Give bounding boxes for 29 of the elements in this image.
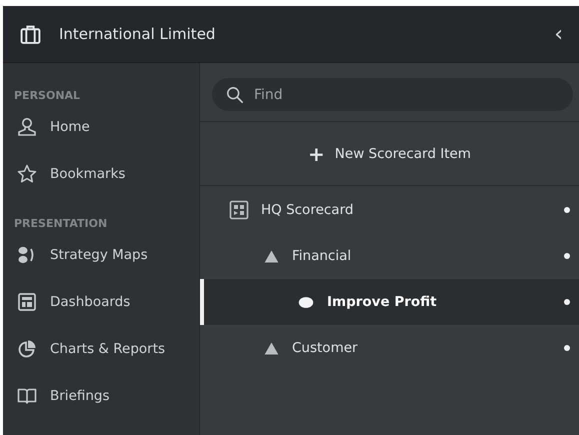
sidebar-item[interactable]: Briefings	[3, 372, 199, 419]
dot-icon	[564, 345, 570, 351]
section-heading: PRESENTATION	[13, 217, 108, 231]
dot-icon	[564, 207, 570, 213]
sidebar-item[interactable]: Strategy Maps	[3, 231, 199, 278]
dot-icon	[564, 299, 570, 305]
scorecard-icon	[229, 200, 249, 220]
search-icon	[226, 86, 244, 104]
sidebar-item[interactable]: Home	[3, 103, 199, 150]
dashboard-icon	[17, 292, 37, 312]
tree-item[interactable]: Financial	[200, 233, 579, 279]
new-scorecard-item-button[interactable]: + New Scorecard Item	[304, 140, 475, 168]
book-icon	[17, 386, 37, 406]
oval-icon	[297, 296, 315, 308]
sidebar-item[interactable]: Bookmarks	[3, 150, 199, 197]
tree-item[interactable]: Improve Profit	[200, 279, 579, 325]
sidebar-item[interactable]: Charts & Reports	[3, 325, 199, 372]
collapse-button[interactable]: ‹	[552, 22, 565, 46]
star-icon	[17, 164, 37, 184]
pie-chart-icon	[17, 338, 37, 358]
tree-item[interactable]: HQ Scorecard	[200, 187, 579, 233]
window-title: International Limited	[59, 25, 216, 43]
search-field[interactable]: Find	[212, 78, 573, 111]
sidebar-item[interactable]: Dashboards	[3, 278, 199, 325]
person-icon	[17, 116, 37, 136]
briefcase-icon	[20, 24, 41, 44]
tree-item[interactable]: Customer	[200, 325, 579, 371]
dot-icon	[564, 253, 570, 259]
section-heading: PERSONAL	[13, 89, 82, 103]
